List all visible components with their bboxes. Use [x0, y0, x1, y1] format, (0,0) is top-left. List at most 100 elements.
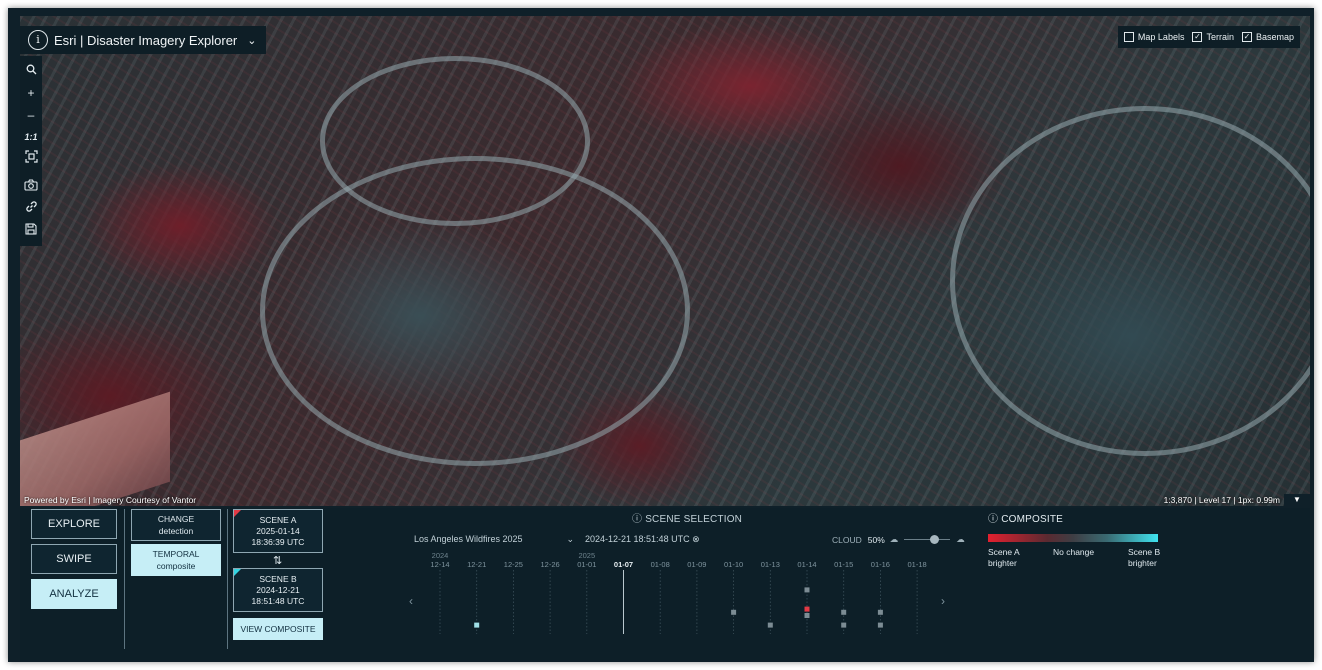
- road: [950, 106, 1310, 456]
- change-line2: detection: [158, 526, 194, 536]
- timeline-date-label[interactable]: 01-09: [687, 560, 706, 569]
- change-line1: CHANGE: [157, 514, 195, 524]
- divider: [227, 509, 228, 649]
- scene-b-color-marker: [234, 569, 241, 576]
- scene-b-time: 18:51:48 UTC: [251, 595, 305, 606]
- scene-a-title: SCENE A: [259, 514, 297, 525]
- mode-analyze-button[interactable]: ANALYZE: [31, 579, 117, 609]
- slider-handle[interactable]: [930, 534, 940, 544]
- scene-b-title: SCENE B: [259, 573, 297, 584]
- scene-b-marker[interactable]: [474, 622, 480, 628]
- cloud-value: 50%: [867, 534, 885, 545]
- chevron-down-icon: ⌄: [566, 534, 574, 544]
- timeline-date-label[interactable]: 12-26: [541, 560, 560, 569]
- clear-date-icon[interactable]: ⊗: [692, 534, 700, 544]
- scene-marker[interactable]: [804, 587, 810, 593]
- timeline-date-label[interactable]: 01-14: [797, 560, 816, 569]
- composite-title: COMPOSITE: [1001, 514, 1063, 525]
- checkbox-checked-icon[interactable]: ✓: [1192, 32, 1203, 42]
- scene-a-marker[interactable]: [804, 606, 810, 612]
- info-icon[interactable]: ⓘ: [988, 514, 998, 525]
- selected-date: 2024-12-21 18:51:48 UTC ⊗: [585, 534, 700, 545]
- mode-explore-button[interactable]: EXPLORE: [31, 509, 117, 539]
- legend-mid-label: No change: [1053, 547, 1095, 557]
- timeline-year-label: 2024: [432, 551, 449, 560]
- timeline-date-label[interactable]: 01-16: [871, 560, 890, 569]
- scene-marker[interactable]: [804, 613, 810, 618]
- toggle-label: Terrain: [1206, 32, 1234, 42]
- temporal-line2: composite: [156, 561, 196, 571]
- scene-a-date: 2025-01-14: [256, 525, 300, 536]
- layer-toggles: Map Labels ✓ Terrain ✓ Basemap: [1117, 26, 1300, 48]
- road: [320, 56, 590, 226]
- terrain-toggle[interactable]: ✓ Terrain: [1192, 32, 1234, 42]
- scene-timeline[interactable]: 2024 2025 12-14 12-21 12-25 12-26 01-01 01-07 01…: [400, 548, 960, 638]
- dataset-value: Los Angeles Wildfires 2025: [414, 534, 523, 544]
- timeline-date-label[interactable]: 01-13: [761, 560, 780, 569]
- cloud-slider[interactable]: [904, 534, 951, 545]
- chevron-down-icon[interactable]: ⌄: [247, 34, 256, 47]
- save-icon[interactable]: [20, 220, 42, 242]
- checkbox-unchecked-icon[interactable]: [1123, 32, 1134, 42]
- screenshot-icon[interactable]: [20, 176, 42, 198]
- scene-selection-header: ⓘ SCENE SELECTION: [632, 510, 742, 525]
- timeline-date-label[interactable]: 01-08: [651, 560, 670, 569]
- map-toolbar: + – 1:1: [20, 56, 42, 246]
- fullscreen-icon[interactable]: [20, 148, 42, 170]
- timeline-date-label[interactable]: 01-01: [577, 560, 596, 569]
- divider: [124, 509, 125, 649]
- scene-marker[interactable]: [841, 622, 847, 628]
- selected-date-value: 2024-12-21 18:51:48 UTC: [585, 534, 690, 544]
- scene-a-time: 18:36:39 UTC: [251, 536, 305, 547]
- info-icon[interactable]: ⓘ: [632, 514, 642, 525]
- slider-track: [904, 538, 951, 540]
- scene-marker[interactable]: [767, 622, 773, 628]
- temporal-line1: TEMPORAL: [152, 549, 200, 559]
- scene-marker[interactable]: [731, 609, 737, 615]
- info-icon[interactable]: i: [28, 30, 48, 50]
- mode-swipe-button[interactable]: SWIPE: [31, 544, 117, 574]
- scene-a-card[interactable]: SCENE A 2025-01-14 18:36:39 UTC: [233, 509, 323, 553]
- timeline-date-label[interactable]: 01-10: [724, 560, 743, 569]
- view-composite-button[interactable]: VIEW COMPOSITE: [233, 618, 323, 640]
- scene-marker[interactable]: [841, 609, 847, 615]
- map-view[interactable]: i Esri | Disaster Imagery Explorer ⌄ + –…: [20, 16, 1310, 506]
- dataset-dropdown[interactable]: Los Angeles Wildfires 2025 ⌄: [414, 534, 574, 545]
- map-attribution: Powered by Esri | Imagery Courtesy of Va…: [24, 495, 197, 505]
- basemap-toggle[interactable]: ✓ Basemap: [1241, 32, 1294, 42]
- cloud-label: CLOUD: [832, 534, 862, 545]
- timeline-date-label[interactable]: 01-07: [614, 560, 633, 569]
- collapse-panel-button[interactable]: ▼: [1284, 494, 1310, 506]
- legend-left-line2: brighter: [988, 558, 1017, 568]
- zoom-in-icon[interactable]: +: [20, 82, 42, 104]
- scene-a-color-marker: [234, 510, 241, 517]
- legend-left-label: Scene A brighter: [988, 547, 1020, 569]
- map-scale-info: 1:3,870 | Level 17 | 1px: 0.99m: [1163, 495, 1280, 505]
- timeline-date-label[interactable]: 12-21: [467, 560, 486, 569]
- checkbox-checked-icon[interactable]: ✓: [1241, 32, 1252, 42]
- zoom-out-icon[interactable]: –: [20, 104, 42, 126]
- scene-b-card[interactable]: SCENE B 2024-12-21 18:51:48 UTC: [233, 568, 323, 612]
- map-labels-toggle[interactable]: Map Labels: [1123, 32, 1184, 42]
- temporal-composite-button[interactable]: TEMPORAL composite: [131, 544, 221, 576]
- timeline-date-label[interactable]: 01-18: [908, 560, 927, 569]
- timeline-year-label: 2025: [578, 551, 595, 560]
- cloud-high-icon: ☁: [956, 534, 965, 544]
- timeline-date-label[interactable]: 01-15: [834, 560, 853, 569]
- cloud-low-icon: ☁: [889, 534, 899, 544]
- timeline-date-label[interactable]: 12-25: [504, 560, 523, 569]
- app-title: Esri | Disaster Imagery Explorer: [54, 32, 238, 48]
- legend-right-line2: brighter: [1128, 558, 1157, 568]
- swap-scenes-icon[interactable]: ⇅: [273, 554, 282, 567]
- scene-marker[interactable]: [877, 609, 883, 615]
- scene-selection-title: SCENE SELECTION: [645, 514, 743, 525]
- scene-marker[interactable]: [877, 622, 883, 628]
- timeline-date-label[interactable]: 12-14: [430, 560, 449, 569]
- cloud-filter: CLOUD 50% ☁ ☁: [832, 534, 965, 545]
- change-detection-button[interactable]: CHANGE detection: [131, 509, 221, 541]
- search-icon[interactable]: [20, 60, 42, 82]
- legend-left-line1: Scene A: [988, 547, 1020, 557]
- link-icon[interactable]: [20, 198, 42, 220]
- one-to-one-icon[interactable]: 1:1: [20, 126, 42, 148]
- app-title-bar[interactable]: i Esri | Disaster Imagery Explorer ⌄: [20, 26, 267, 54]
